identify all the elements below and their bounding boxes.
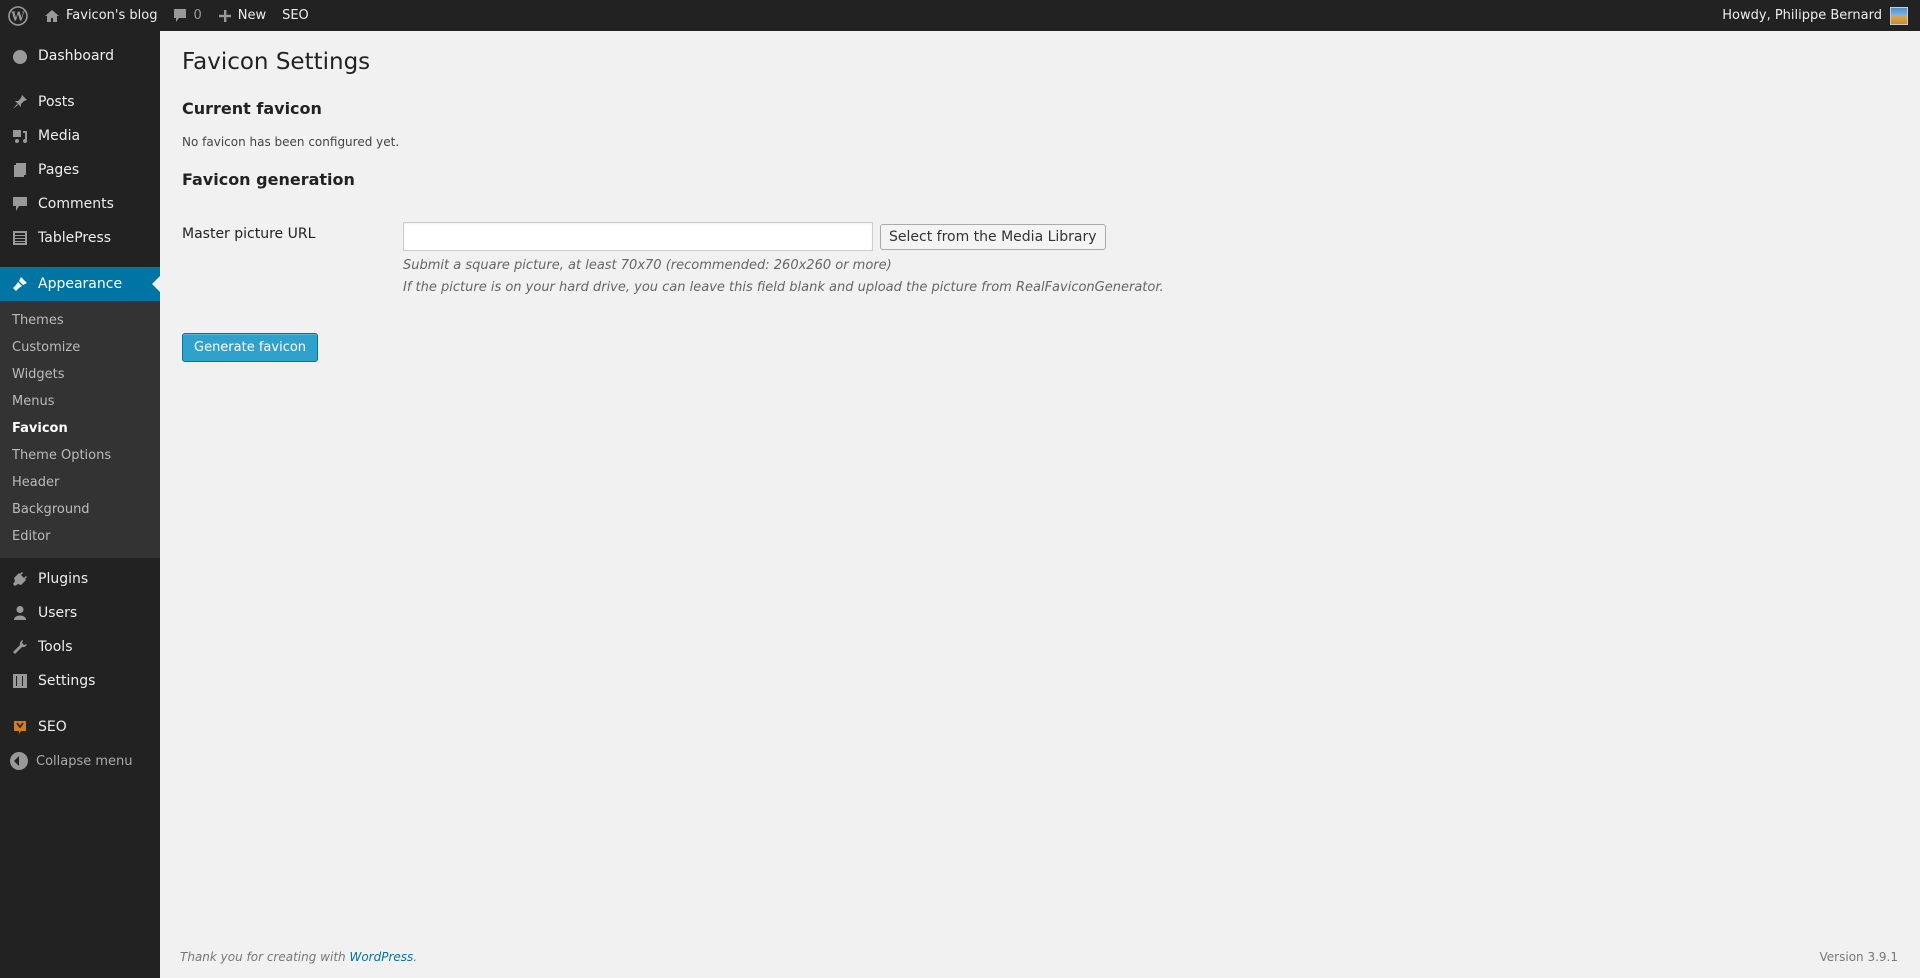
sidebar-item-pages[interactable]: Pages [0,153,160,187]
sidebar-item-label: Users [38,605,78,621]
footer-thanks: Thank you for creating with WordPress. [180,950,417,964]
avatar [1890,6,1908,25]
my-account-link[interactable]: Howdy, Philippe Bernard [1714,0,1916,31]
current-favicon-heading: Current favicon [182,99,322,118]
submenu-item-favicon[interactable]: Favicon [0,415,160,442]
wordpress-link[interactable]: WordPress [349,950,413,964]
submenu-item-header[interactable]: Header [0,469,160,496]
sidebar-item-label: Settings [38,673,96,689]
sidebar-item-label: TablePress [38,230,112,246]
sidebar-item-posts[interactable]: Posts [0,85,160,119]
site-name-link[interactable]: Favicon's blog [36,0,165,31]
settings-icon [13,674,27,688]
greeting: Howdy, Philippe Bernard [1722,8,1882,23]
footer-version: Version 3.9.1 [1819,950,1898,964]
current-favicon-description: No favicon has been configured yet. [182,135,400,149]
sidebar-item-media[interactable]: Media [0,119,160,153]
media-icon [13,130,27,143]
sidebar-item-settings[interactable]: Settings [0,664,160,698]
select-media-library-button[interactable]: Select from the Media Library [880,224,1106,250]
dashboard-icon [13,50,27,64]
upload-hint: If the picture is on your hard drive, yo… [403,280,1164,295]
seo-adminbar-link[interactable]: SEO [274,0,317,31]
comments-count: 0 [193,8,202,23]
table-icon [13,231,27,245]
new-label: New [237,8,267,23]
comment-icon [174,8,187,22]
submenu-item-theme-options[interactable]: Theme Options [0,442,160,469]
sidebar-item-tablepress[interactable]: TablePress [0,221,160,255]
user-icon [14,606,26,620]
svg-text:W: W [10,9,25,23]
home-icon [45,9,59,22]
master-picture-url-label: Master picture URL [182,226,316,242]
submenu-item-menus[interactable]: Menus [0,388,160,415]
generate-favicon-button[interactable]: Generate favicon [182,333,319,362]
admin-bar: W Favicon's blog 0 New SEO Howdy, Philip… [0,0,1920,31]
submenu-item-customize[interactable]: Customize [0,334,160,361]
picture-size-hint: Submit a square picture, at least 70x70 … [403,258,892,273]
plus-icon [218,9,231,22]
pin-icon [13,95,27,109]
sidebar-item-label: Pages [38,162,80,178]
submenu-item-themes[interactable]: Themes [0,307,160,334]
sidebar-item-label: Plugins [38,571,89,587]
comment-icon [13,197,27,211]
collapse-menu-button[interactable]: Collapse menu [0,744,160,778]
sidebar-item-label: Media [38,128,81,144]
sidebar-item-comments[interactable]: Comments [0,187,160,221]
paintbrush-icon [13,277,27,291]
pages-icon [14,163,26,177]
sidebar-item-label: Appearance [38,276,123,292]
footer-thanks-text: Thank you for creating with [180,950,350,964]
wordpress-logo-icon: W [8,5,28,26]
comments-link[interactable]: 0 [165,0,209,31]
sidebar-item-label: SEO [38,719,67,735]
plug-icon [13,572,27,586]
sidebar-item-seo[interactable]: SEO [0,710,160,744]
collapse-label: Collapse menu [36,753,133,769]
new-content-link[interactable]: New [210,0,274,31]
wrench-icon [13,640,27,654]
sidebar-item-dashboard[interactable]: Dashboard [0,39,160,73]
appearance-submenu: Themes Customize Widgets Menus Favicon T… [0,301,160,558]
sidebar-item-label: Dashboard [38,48,114,64]
favicon-generation-heading: Favicon generation [182,170,355,189]
submenu-item-editor[interactable]: Editor [0,523,160,550]
collapse-arrow-icon [10,752,28,770]
yoast-icon [14,721,26,734]
sidebar-item-label: Posts [38,94,75,110]
sidebar-item-appearance[interactable]: Appearance [0,267,160,301]
page-title: Favicon Settings [182,49,371,75]
submenu-item-background[interactable]: Background [0,496,160,523]
master-picture-url-input[interactable] [403,222,873,251]
sidebar-item-label: Comments [38,196,114,212]
submenu-item-widgets[interactable]: Widgets [0,361,160,388]
footer-thanks-suffix: . [413,950,418,964]
sidebar-item-plugins[interactable]: Plugins [0,562,160,596]
seo-label: SEO [282,8,309,23]
wordpress-logo-button[interactable]: W [0,0,36,31]
admin-sidebar: Dashboard Posts Media Pages Comments Tab… [0,31,160,978]
sidebar-item-label: Tools [38,639,73,655]
sidebar-item-users[interactable]: Users [0,596,160,630]
sidebar-item-tools[interactable]: Tools [0,630,160,664]
footer: Thank you for creating with WordPress. V… [180,950,1898,964]
site-name: Favicon's blog [66,8,158,23]
